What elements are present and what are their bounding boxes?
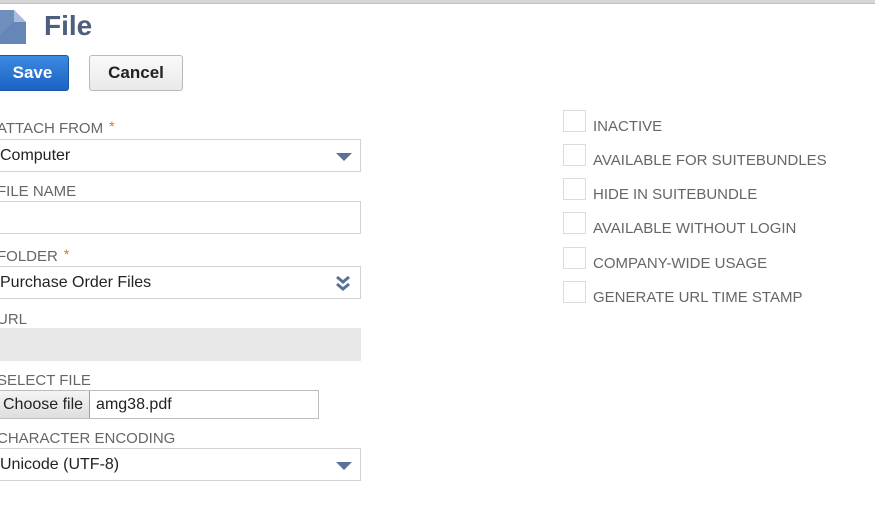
url-label: URL <box>0 311 28 328</box>
checkbox-hide-in-suitebundle[interactable]: HIDE IN SUITEBUNDLE <box>563 178 757 203</box>
attach-from-label: ATTACH FROM * <box>0 118 115 137</box>
checkbox[interactable] <box>563 144 586 166</box>
attach-from-select[interactable]: Computer <box>0 139 361 172</box>
checkbox-inactive[interactable]: INACTIVE <box>563 110 662 135</box>
selected-file-name: amg38.pdf <box>96 395 172 413</box>
folder-select[interactable]: Purchase Order Files <box>0 266 361 299</box>
required-marker: * <box>109 118 115 134</box>
required-marker: * <box>63 246 70 262</box>
checkbox[interactable] <box>563 178 586 200</box>
top-border <box>0 0 875 4</box>
character-encoding-select[interactable]: Unicode (UTF-8) <box>0 448 361 481</box>
choose-file-button[interactable]: Choose file <box>0 391 91 418</box>
checkbox-available-for-suitebundles[interactable]: AVAILABLE FOR SUITEBUNDLES <box>563 144 827 169</box>
checkbox-available-without-login[interactable]: AVAILABLE WITHOUT LOGIN <box>563 212 796 237</box>
dropdown-arrow-icon <box>336 462 352 470</box>
checkbox[interactable] <box>563 247 586 269</box>
cancel-button[interactable]: Cancel <box>89 55 183 91</box>
checkbox-generate-url-time-stamp[interactable]: GENERATE URL TIME STAMP <box>563 281 802 306</box>
double-chevron-down-icon <box>336 275 350 291</box>
checkbox[interactable] <box>563 281 586 303</box>
character-encoding-label: CHARACTER ENCODING <box>0 430 176 447</box>
file-icon <box>0 10 26 44</box>
checkbox-company-wide-usage[interactable]: COMPANY-WIDE USAGE <box>563 247 767 272</box>
checkbox[interactable] <box>563 212 586 234</box>
dropdown-arrow-icon <box>336 153 352 161</box>
file-picker[interactable]: Choose file amg38.pdf <box>0 390 319 419</box>
folder-label: FOLDER * <box>0 246 70 265</box>
file-name-input[interactable] <box>0 201 361 234</box>
url-field <box>0 328 361 361</box>
page-title: File <box>44 10 93 41</box>
save-button[interactable]: Save <box>0 55 69 91</box>
checkbox[interactable] <box>563 110 586 132</box>
select-file-label: SELECT FILE <box>0 372 91 389</box>
file-name-label: FILE NAME <box>0 183 77 200</box>
